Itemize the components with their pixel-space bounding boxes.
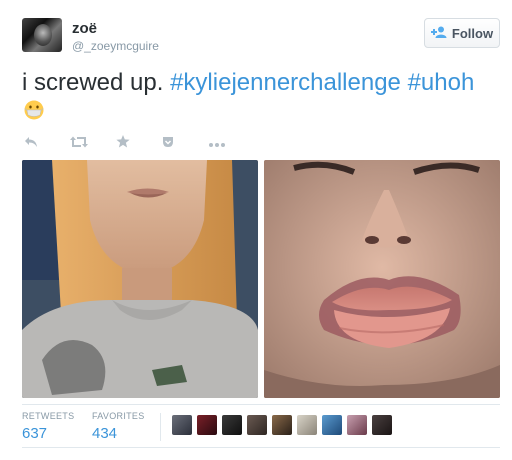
favorites-count[interactable]: 434	[92, 425, 145, 442]
tweet-stats: RETWEETS 637 FAVORITES 434	[22, 404, 500, 448]
favorite-button[interactable]	[116, 134, 162, 152]
stats-divider	[160, 413, 161, 441]
add-user-icon	[430, 26, 447, 40]
tweet-media	[22, 160, 500, 398]
favoriter-avatar[interactable]	[272, 415, 292, 435]
retweets-stat[interactable]: RETWEETS 637	[22, 411, 74, 442]
favoriter-avatar[interactable]	[247, 415, 267, 435]
photo-before[interactable]	[22, 160, 258, 398]
reply-button[interactable]	[24, 134, 70, 152]
pocket-icon	[162, 135, 174, 151]
retweet-button[interactable]	[70, 134, 116, 152]
hashtag-link[interactable]: #kyliejennerchallenge	[170, 69, 401, 96]
photo-after[interactable]	[264, 160, 500, 398]
star-icon	[116, 135, 130, 151]
favoriter-avatar[interactable]	[347, 415, 367, 435]
retweet-icon	[70, 135, 88, 151]
reply-icon	[24, 135, 38, 151]
more-icon	[208, 135, 226, 151]
retweets-label: RETWEETS	[22, 411, 75, 421]
more-button[interactable]	[208, 134, 254, 152]
favoriter-avatar[interactable]	[172, 415, 192, 435]
avatar[interactable]	[22, 18, 62, 52]
favoriter-avatar[interactable]	[222, 415, 242, 435]
pocket-button[interactable]	[162, 134, 208, 152]
follow-button[interactable]: Follow	[424, 18, 500, 48]
favorites-label: FAVORITES	[92, 411, 145, 421]
favorites-stat[interactable]: FAVORITES 434	[92, 411, 145, 442]
mask-face-emoji-icon	[24, 100, 44, 120]
favoriter-avatars	[172, 415, 392, 435]
favoriter-avatar[interactable]	[322, 415, 342, 435]
hashtag-link[interactable]: #uhoh	[408, 69, 475, 96]
follow-label: Follow	[451, 25, 494, 41]
favoriter-avatar[interactable]	[372, 415, 392, 435]
tweet-card: zoë @_zoeymcguire Follow i screwed up. #…	[0, 0, 512, 460]
favoriter-avatar[interactable]	[197, 415, 217, 435]
user-handle[interactable]: @_zoeymcguire	[72, 39, 159, 53]
favoriter-avatar[interactable]	[297, 415, 317, 435]
user-name[interactable]: zoë	[72, 20, 97, 37]
retweets-count[interactable]: 637	[22, 425, 74, 442]
tweet-actions	[24, 134, 254, 152]
tweet-text: i screwed up. #kyliejennerchallenge #uho…	[22, 68, 492, 98]
tweet-header: zoë @_zoeymcguire Follow	[22, 18, 500, 58]
tweet-text-body: i screwed up.	[22, 69, 171, 96]
